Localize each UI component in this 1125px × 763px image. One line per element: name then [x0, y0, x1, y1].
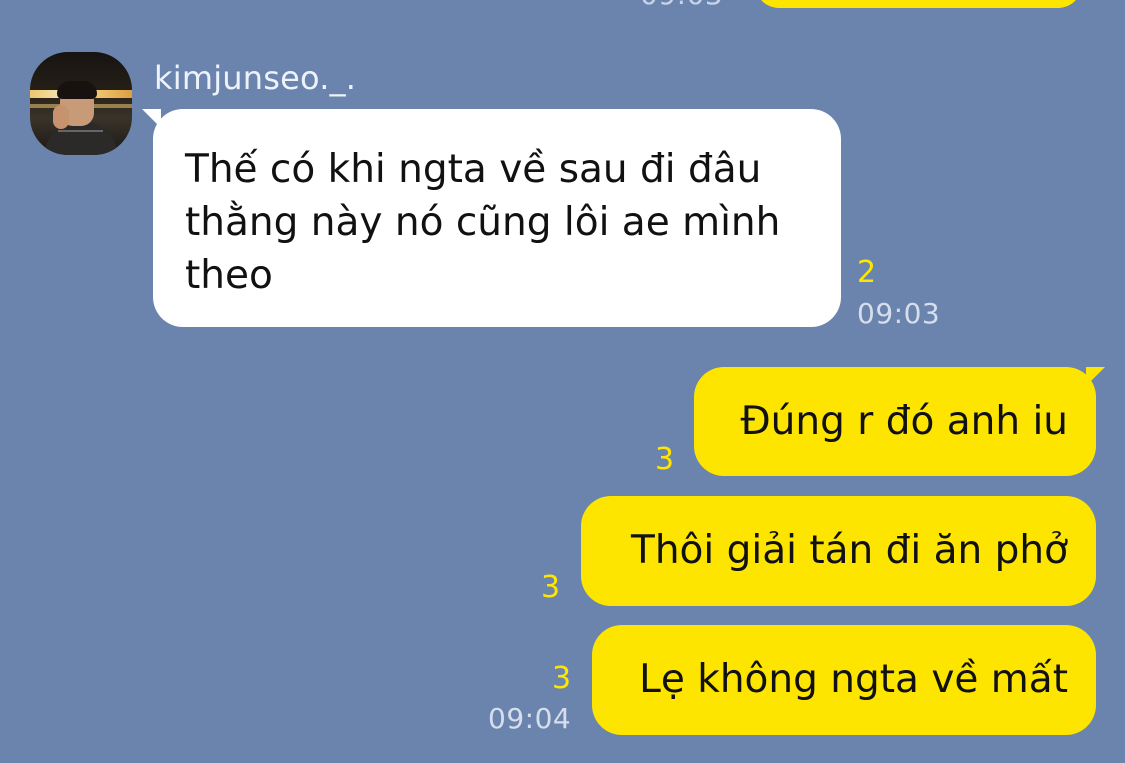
- sender-username[interactable]: kimjunseo._.: [154, 58, 356, 98]
- avatar-person-hand: [53, 105, 69, 129]
- incoming-message-text: Thế có khi ngta về sau đi đâu thằng này …: [185, 147, 781, 298]
- previous-outgoing-message-bubble[interactable]: [755, 0, 1082, 8]
- outgoing-unread-count: 3: [552, 661, 572, 696]
- avatar-person-hair: [57, 81, 97, 99]
- outgoing-message-bubble[interactable]: Đúng r đó anh iu: [694, 367, 1105, 476]
- outgoing-message-tail: [1086, 367, 1105, 386]
- sender-avatar[interactable]: [30, 52, 132, 155]
- previous-message-time: 09:03: [640, 0, 723, 11]
- outgoing-message-bubble[interactable]: Lẹ không ngta về mất: [592, 625, 1096, 735]
- incoming-unread-count: 2: [857, 255, 877, 290]
- avatar-shirt-detail: [58, 130, 103, 132]
- outgoing-message-time: 09:04: [488, 702, 572, 735]
- outgoing-message-text: Lẹ không ngta về mất: [639, 657, 1068, 702]
- outgoing-message-bubble[interactable]: Thôi giải tán đi ăn phở: [581, 496, 1096, 606]
- outgoing-message-text: Đúng r đó anh iu: [740, 399, 1068, 444]
- incoming-message-bubble[interactable]: Thế có khi ngta về sau đi đâu thằng này …: [142, 109, 841, 327]
- outgoing-unread-count: 3: [655, 442, 675, 477]
- outgoing-message-text: Thôi giải tán đi ăn phở: [631, 528, 1068, 573]
- chat-conversation: 09:03 kimjunseo._. Thế có khi ngta về sa…: [0, 0, 1125, 763]
- incoming-message-tail: [142, 109, 161, 128]
- outgoing-unread-count: 3: [541, 570, 561, 605]
- incoming-message-time: 09:03: [857, 297, 941, 330]
